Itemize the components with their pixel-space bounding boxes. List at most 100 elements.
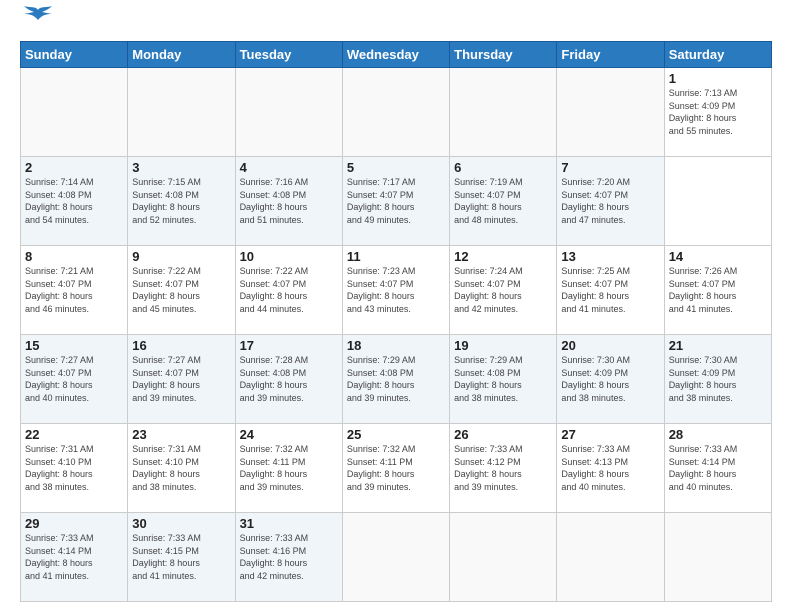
calendar-day-17: 17 Sunrise: 7:28 AMSunset: 4:08 PMDayligh… — [235, 335, 342, 424]
day-number: 16 — [132, 338, 230, 353]
empty-cell — [342, 513, 449, 602]
day-number: 24 — [240, 427, 338, 442]
calendar-day-24: 24 Sunrise: 7:32 AMSunset: 4:11 PMDayligh… — [235, 424, 342, 513]
calendar-day-11: 11 Sunrise: 7:23 AMSunset: 4:07 PMDayligh… — [342, 246, 449, 335]
day-number: 29 — [25, 516, 123, 531]
day-detail: Sunrise: 7:24 AMSunset: 4:07 PMDaylight:… — [454, 266, 523, 314]
day-detail: Sunrise: 7:27 AMSunset: 4:07 PMDaylight:… — [132, 355, 201, 403]
calendar-day-5: 5 Sunrise: 7:17 AMSunset: 4:07 PMDaylight… — [342, 157, 449, 246]
day-number: 9 — [132, 249, 230, 264]
day-detail: Sunrise: 7:29 AMSunset: 4:08 PMDaylight:… — [454, 355, 523, 403]
day-number: 27 — [561, 427, 659, 442]
calendar-day-9: 9Sunrise: 7:22 AMSunset: 4:07 PMDaylight… — [128, 246, 235, 335]
calendar-day-2: 2Sunrise: 7:14 AMSunset: 4:08 PMDaylight… — [21, 157, 128, 246]
calendar-day-3: 3Sunrise: 7:15 AMSunset: 4:08 PMDaylight… — [128, 157, 235, 246]
day-number: 11 — [347, 249, 445, 264]
day-number: 17 — [240, 338, 338, 353]
day-number: 19 — [454, 338, 552, 353]
day-number: 5 — [347, 160, 445, 175]
empty-cell — [235, 68, 342, 157]
day-detail: Sunrise: 7:33 AMSunset: 4:14 PMDaylight:… — [669, 444, 738, 492]
day-detail: Sunrise: 7:17 AMSunset: 4:07 PMDaylight:… — [347, 177, 416, 225]
day-number: 21 — [669, 338, 767, 353]
calendar-day-15: 15 Sunrise: 7:27 AMSunset: 4:07 PMDayligh… — [21, 335, 128, 424]
day-detail: Sunrise: 7:25 AMSunset: 4:07 PMDaylight:… — [561, 266, 630, 314]
day-number: 1 — [669, 71, 767, 86]
logo — [20, 16, 52, 33]
day-number: 2 — [25, 160, 123, 175]
day-number: 10 — [240, 249, 338, 264]
day-detail: Sunrise: 7:32 AMSunset: 4:11 PMDaylight:… — [240, 444, 309, 492]
calendar-day-31: 31 Sunrise: 7:33 AMSunset: 4:16 PMDayligh… — [235, 513, 342, 602]
day-detail: Sunrise: 7:33 AMSunset: 4:13 PMDaylight:… — [561, 444, 630, 492]
calendar-header-row: SundayMondayTuesdayWednesdayThursdayFrid… — [21, 42, 772, 68]
calendar-day-14: 14 Sunrise: 7:26 AMSunset: 4:07 PMDayligh… — [664, 246, 771, 335]
day-detail: Sunrise: 7:31 AMSunset: 4:10 PMDaylight:… — [132, 444, 201, 492]
day-detail: Sunrise: 7:30 AMSunset: 4:09 PMDaylight:… — [669, 355, 738, 403]
day-header-sunday: Sunday — [21, 42, 128, 68]
day-detail: Sunrise: 7:32 AMSunset: 4:11 PMDaylight:… — [347, 444, 416, 492]
day-detail: Sunrise: 7:28 AMSunset: 4:08 PMDaylight:… — [240, 355, 309, 403]
calendar-day-26: 26 Sunrise: 7:33 AMSunset: 4:12 PMDayligh… — [450, 424, 557, 513]
day-detail: Sunrise: 7:26 AMSunset: 4:07 PMDaylight:… — [669, 266, 738, 314]
day-detail: Sunrise: 7:33 AMSunset: 4:16 PMDaylight:… — [240, 533, 309, 581]
day-number: 8 — [25, 249, 123, 264]
calendar-day-29: 29Sunrise: 7:33 AMSunset: 4:14 PMDayligh… — [21, 513, 128, 602]
logo-bird-icon — [24, 6, 52, 33]
day-number: 4 — [240, 160, 338, 175]
day-number: 7 — [561, 160, 659, 175]
empty-cell — [342, 68, 449, 157]
day-detail: Sunrise: 7:27 AMSunset: 4:07 PMDaylight:… — [25, 355, 94, 403]
calendar-day-4: 4Sunrise: 7:16 AMSunset: 4:08 PMDaylight… — [235, 157, 342, 246]
day-number: 23 — [132, 427, 230, 442]
day-detail: Sunrise: 7:15 AMSunset: 4:08 PMDaylight:… — [132, 177, 201, 225]
day-detail: Sunrise: 7:19 AMSunset: 4:07 PMDaylight:… — [454, 177, 523, 225]
calendar-day-18: 18Sunrise: 7:29 AMSunset: 4:08 PMDayligh… — [342, 335, 449, 424]
day-number: 15 — [25, 338, 123, 353]
day-detail: Sunrise: 7:33 AMSunset: 4:12 PMDaylight:… — [454, 444, 523, 492]
calendar-day-10: 10Sunrise: 7:22 AMSunset: 4:07 PMDayligh… — [235, 246, 342, 335]
day-number: 14 — [669, 249, 767, 264]
day-number: 6 — [454, 160, 552, 175]
calendar-day-13: 13 Sunrise: 7:25 AMSunset: 4:07 PMDayligh… — [557, 246, 664, 335]
empty-cell — [664, 513, 771, 602]
day-number: 31 — [240, 516, 338, 531]
day-number: 30 — [132, 516, 230, 531]
calendar-day-28: 28 Sunrise: 7:33 AMSunset: 4:14 PMDayligh… — [664, 424, 771, 513]
day-detail: Sunrise: 7:31 AMSunset: 4:10 PMDaylight:… — [25, 444, 94, 492]
day-detail: Sunrise: 7:30 AMSunset: 4:09 PMDaylight:… — [561, 355, 630, 403]
calendar-table: SundayMondayTuesdayWednesdayThursdayFrid… — [20, 41, 772, 602]
empty-cell — [21, 68, 128, 157]
day-detail: Sunrise: 7:33 AMSunset: 4:15 PMDaylight:… — [132, 533, 201, 581]
day-number: 26 — [454, 427, 552, 442]
day-number: 20 — [561, 338, 659, 353]
calendar-day-7: 7 Sunrise: 7:20 AMSunset: 4:07 PMDaylight… — [557, 157, 664, 246]
calendar-day-22: 22 Sunrise: 7:31 AMSunset: 4:10 PMDayligh… — [21, 424, 128, 513]
calendar-day-1: 1Sunrise: 7:13 AMSunset: 4:09 PMDaylight… — [664, 68, 771, 157]
calendar-day-16: 16 Sunrise: 7:27 AMSunset: 4:07 PMDayligh… — [128, 335, 235, 424]
day-detail: Sunrise: 7:21 AMSunset: 4:07 PMDaylight:… — [25, 266, 94, 314]
calendar-day-30: 30 Sunrise: 7:33 AMSunset: 4:15 PMDayligh… — [128, 513, 235, 602]
empty-cell — [450, 68, 557, 157]
day-header-friday: Friday — [557, 42, 664, 68]
empty-cell — [128, 68, 235, 157]
header — [20, 16, 772, 33]
day-detail: Sunrise: 7:23 AMSunset: 4:07 PMDaylight:… — [347, 266, 416, 314]
day-detail: Sunrise: 7:20 AMSunset: 4:07 PMDaylight:… — [561, 177, 630, 225]
day-number: 28 — [669, 427, 767, 442]
calendar-day-20: 20 Sunrise: 7:30 AMSunset: 4:09 PMDayligh… — [557, 335, 664, 424]
empty-cell — [557, 513, 664, 602]
day-number: 18 — [347, 338, 445, 353]
empty-cell — [450, 513, 557, 602]
day-number: 13 — [561, 249, 659, 264]
empty-cell — [557, 68, 664, 157]
day-header-wednesday: Wednesday — [342, 42, 449, 68]
calendar-day-27: 27 Sunrise: 7:33 AMSunset: 4:13 PMDayligh… — [557, 424, 664, 513]
calendar-day-8: 8 Sunrise: 7:21 AMSunset: 4:07 PMDaylight… — [21, 246, 128, 335]
day-number: 22 — [25, 427, 123, 442]
day-header-thursday: Thursday — [450, 42, 557, 68]
day-header-saturday: Saturday — [664, 42, 771, 68]
day-header-tuesday: Tuesday — [235, 42, 342, 68]
day-number: 25 — [347, 427, 445, 442]
day-number: 12 — [454, 249, 552, 264]
